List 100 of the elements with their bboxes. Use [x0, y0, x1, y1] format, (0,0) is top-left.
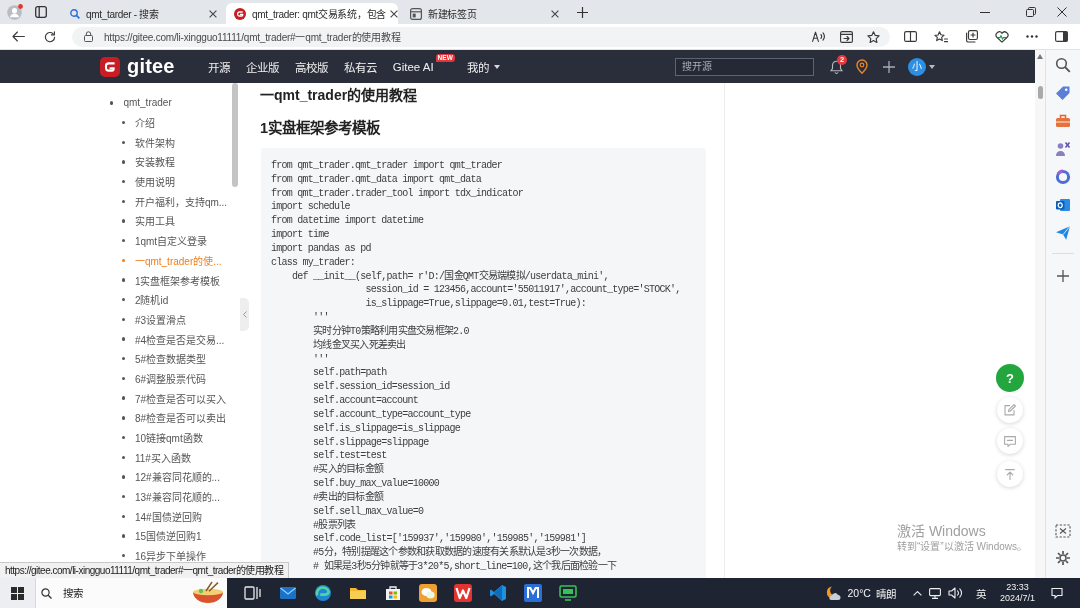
scrollbar[interactable]: [1037, 86, 1043, 99]
toc-item[interactable]: qmt_trader: [0, 93, 232, 113]
toc-item[interactable]: 开户福利，支持qm...: [0, 191, 232, 212]
bullet-icon: [121, 120, 125, 125]
settings-icon[interactable]: [1055, 550, 1071, 566]
reload-icon[interactable]: [44, 30, 56, 43]
caret-icon[interactable]: [929, 64, 935, 69]
toc-item[interactable]: 11#买入函数: [0, 447, 232, 468]
g-logo-icon: [234, 7, 246, 20]
nav-link[interactable]: 我的: [466, 58, 500, 75]
paper-plane-icon[interactable]: [1055, 225, 1071, 241]
nav-link[interactable]: 企业版: [245, 58, 279, 75]
scroll-up-icon[interactable]: [1037, 54, 1043, 59]
bullet-icon: [121, 416, 125, 420]
nav-link[interactable]: Gitee AI: [392, 60, 434, 73]
tab-actions-icon[interactable]: [35, 6, 47, 18]
toc-item[interactable]: 10链接qmt函数: [0, 427, 232, 448]
toc-item[interactable]: 14#国债逆回购: [0, 506, 232, 527]
person-icon[interactable]: [1055, 141, 1071, 157]
browser-tab[interactable]: qmt_trader: qmt交易系统，包含: [226, 3, 398, 24]
toc-item[interactable]: 13#兼容同花顺的...: [0, 486, 232, 507]
toc-item[interactable]: 介绍: [0, 112, 232, 133]
split-screen-icon[interactable]: [904, 31, 917, 42]
toc-item[interactable]: 安装教程: [0, 152, 232, 172]
toc-item[interactable]: 15国债逆回购1: [0, 526, 232, 546]
toc-item[interactable]: 软件架构: [0, 132, 232, 153]
read-aloud-icon[interactable]: [812, 31, 826, 42]
mail-icon[interactable]: [278, 584, 297, 602]
code-line: self.buy_max_value=10000: [313, 477, 440, 491]
clock-date[interactable]: 2024/7/1: [999, 593, 1035, 604]
code-line: import schedule: [271, 200, 350, 215]
toc-item[interactable]: #4检查是否是交易...: [0, 329, 232, 349]
favorites-icon[interactable]: [934, 30, 948, 43]
location-pin-icon[interactable]: [856, 59, 868, 74]
lock-icon[interactable]: [84, 31, 93, 42]
start-button[interactable]: [0, 578, 35, 608]
address-field[interactable]: https://gitee.com/li-xingguo11111/qmt_trader#一qmt_trader的使用教程: [72, 26, 890, 47]
search-field[interactable]: 搜开源: [675, 57, 814, 76]
toc-item[interactable]: 12#兼容同花顺的...: [0, 467, 232, 487]
close-icon[interactable]: [551, 9, 559, 18]
heart-pulse-icon[interactable]: [995, 30, 1009, 43]
g-logo-icon[interactable]: [100, 56, 120, 77]
bag-icon[interactable]: [383, 584, 402, 602]
toc-item[interactable]: 实用工具: [0, 211, 232, 231]
chevron-up-icon[interactable]: [912, 590, 922, 596]
tag-icon[interactable]: [1055, 85, 1071, 101]
screenshot-icon[interactable]: [1055, 524, 1071, 538]
toc-item[interactable]: #3设置滑点: [0, 309, 232, 330]
monitor-icon[interactable]: [558, 584, 577, 602]
toc-item[interactable]: 8#检查是否可以卖出: [0, 408, 232, 428]
search-icon[interactable]: [1055, 57, 1071, 73]
scrollbar[interactable]: [232, 83, 238, 187]
new-tab-icon[interactable]: [577, 6, 588, 18]
back-icon[interactable]: [12, 31, 25, 42]
close-icon[interactable]: [390, 9, 398, 18]
weather-condition[interactable]: 晴朗: [875, 585, 896, 601]
speaker-icon[interactable]: [947, 587, 963, 599]
nav-link[interactable]: 高校版: [294, 58, 328, 75]
bullet-icon: [110, 101, 114, 105]
nav-link[interactable]: 私有云: [343, 58, 377, 75]
plus-icon[interactable]: [883, 60, 895, 73]
toc-item[interactable]: 7#检查是否可以买入: [0, 388, 232, 408]
star-icon[interactable]: [867, 30, 880, 43]
swirl-logo-icon[interactable]: [313, 584, 332, 602]
input-indicator[interactable]: 英: [975, 585, 986, 601]
code-line: 均线金叉买入死差卖出: [313, 338, 406, 353]
code-line: import pandas as pd: [271, 241, 371, 256]
section-title: 1实盘框架参考模板: [260, 118, 382, 138]
weather-icon[interactable]: [825, 585, 842, 601]
toc-item[interactable]: 2随机id: [0, 289, 232, 310]
sidebar-icon[interactable]: [1055, 31, 1068, 42]
collections-icon[interactable]: [965, 30, 978, 43]
code-line: from qmt_trader.trader_tool import tdx_indicator: [271, 186, 524, 201]
toc-item[interactable]: 5#检查数据类型: [0, 348, 232, 369]
zigzag-logo-icon[interactable]: [453, 584, 472, 602]
clock-time[interactable]: 23:33: [1006, 582, 1029, 593]
toc-item[interactable]: 使用说明: [0, 171, 232, 192]
notification-icon[interactable]: [1051, 587, 1063, 599]
more-icon[interactable]: [1026, 35, 1038, 38]
logo-text[interactable]: gitee: [127, 55, 175, 78]
app-window-icon[interactable]: [840, 30, 853, 43]
profile-icon[interactable]: [7, 4, 23, 20]
arrow-up-icon: [1005, 468, 1015, 480]
close-icon[interactable]: [209, 9, 217, 18]
chat-bubbles-icon[interactable]: [418, 584, 437, 602]
toc-item[interactable]: 1实盘框架参考模板: [0, 270, 232, 290]
tile-logo-icon[interactable]: [523, 584, 542, 602]
toc-item[interactable]: 1qmt自定义登录: [0, 230, 232, 251]
ribbon-logo-icon[interactable]: [488, 584, 507, 602]
network-icon[interactable]: [928, 587, 941, 599]
ring-icon[interactable]: [1055, 169, 1071, 185]
plus-icon[interactable]: [1057, 270, 1069, 282]
weather-temperature[interactable]: 20°C: [847, 587, 871, 599]
mail-app-icon[interactable]: [1055, 197, 1071, 213]
task-view-icon[interactable]: [243, 584, 262, 602]
nav-link[interactable]: 开源: [207, 58, 230, 75]
toc-item[interactable]: 6#调整股票代码: [0, 368, 232, 389]
browser-tab[interactable]: qmt_tarder - 搜索: [62, 3, 222, 24]
toolbox-icon[interactable]: [1055, 113, 1071, 129]
browser-tab[interactable]: 新建标签页: [402, 3, 564, 24]
